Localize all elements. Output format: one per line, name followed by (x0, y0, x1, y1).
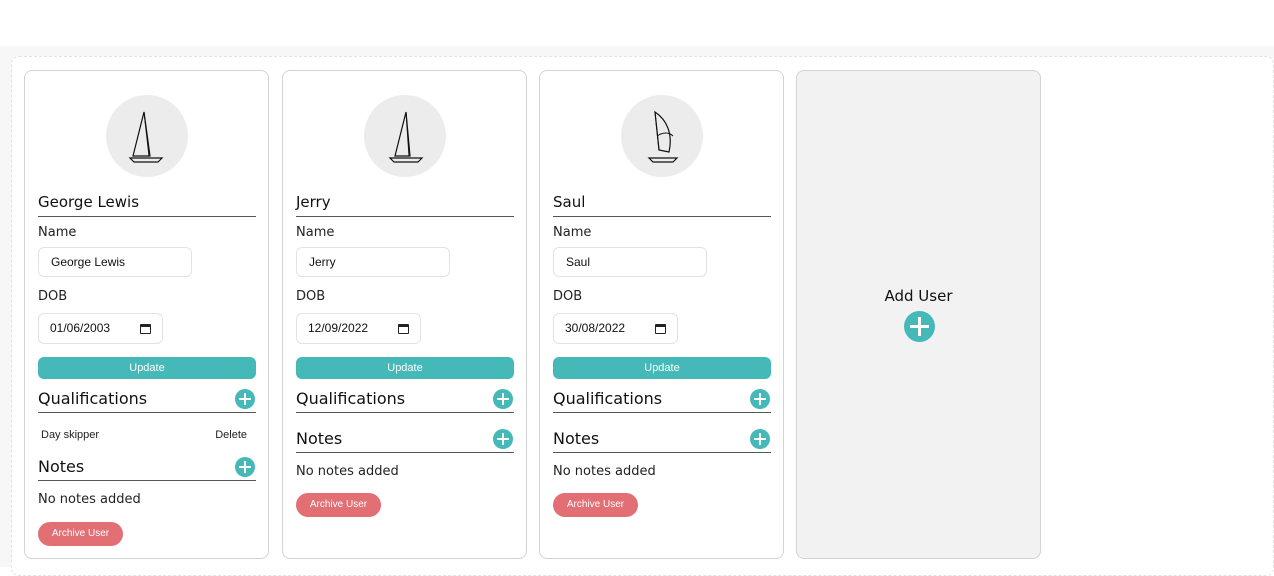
qualifications-title: Qualifications (38, 389, 148, 408)
add-note-plus-icon[interactable] (750, 429, 770, 449)
add-qualification-plus-icon[interactable] (235, 389, 255, 409)
archive-user-button[interactable]: Archive User (553, 493, 638, 517)
calendar-icon[interactable] (398, 324, 409, 334)
add-user-card[interactable]: Add User (796, 70, 1041, 559)
qualification-title: Day skipper (41, 429, 100, 441)
notes-title: Notes (38, 457, 85, 476)
user-card: Saul Name Saul DOB 30/08/2022 Update Qua… (539, 70, 784, 559)
notes-header: Notes (553, 425, 771, 453)
add-qualification-plus-icon[interactable] (750, 389, 770, 409)
notes-header: Notes (296, 425, 514, 453)
archive-user-button[interactable]: Archive User (38, 522, 123, 546)
name-label: Name (38, 225, 77, 240)
dob-label: DOB (553, 289, 583, 304)
calendar-icon[interactable] (655, 324, 666, 334)
windsurf-icon (647, 110, 679, 163)
calendar-icon[interactable] (140, 324, 151, 334)
qualifications-header: Qualifications (296, 385, 514, 413)
name-input[interactable]: Jerry (296, 247, 450, 277)
name-input[interactable]: George Lewis (38, 247, 192, 277)
user-card: George Lewis Name George Lewis DOB 01/06… (24, 70, 269, 559)
add-user-plus-icon[interactable] (904, 311, 935, 342)
notes-empty-text: No notes added (553, 464, 656, 479)
name-input[interactable]: Saul (553, 247, 707, 277)
notes-title: Notes (553, 429, 600, 448)
dob-label: DOB (38, 289, 68, 304)
avatar (106, 95, 188, 177)
notes-empty-text: No notes added (296, 464, 399, 479)
update-button[interactable]: Update (38, 357, 256, 379)
user-card: Jerry Name Jerry DOB 12/09/2022 Update Q… (282, 70, 527, 559)
sailboat-icon (388, 111, 424, 163)
avatar (364, 95, 446, 177)
update-button[interactable]: Update (296, 357, 514, 379)
qualifications-title: Qualifications (296, 389, 406, 408)
add-qualification-plus-icon[interactable] (493, 389, 513, 409)
dob-value: 30/08/2022 (565, 321, 626, 335)
dob-value: 01/06/2003 (50, 321, 111, 335)
add-note-plus-icon[interactable] (493, 429, 513, 449)
name-label: Name (553, 225, 592, 240)
sailboat-icon (128, 111, 164, 163)
user-display-name: George Lewis (38, 193, 256, 217)
user-display-name: Jerry (296, 193, 514, 217)
user-display-name: Saul (553, 193, 771, 217)
dob-input[interactable]: 01/06/2003 (38, 313, 163, 344)
add-note-plus-icon[interactable] (235, 457, 255, 477)
qualifications-header: Qualifications (38, 385, 256, 413)
qualifications-header: Qualifications (553, 385, 771, 413)
dob-input[interactable]: 12/09/2022 (296, 313, 421, 344)
qualifications-title: Qualifications (553, 389, 663, 408)
avatar (621, 95, 703, 177)
name-label: Name (296, 225, 335, 240)
add-user-label: Add User (884, 287, 953, 305)
dob-input[interactable]: 30/08/2022 (553, 313, 678, 344)
archive-user-button[interactable]: Archive User (296, 493, 381, 517)
dob-label: DOB (296, 289, 326, 304)
dob-value: 12/09/2022 (308, 321, 369, 335)
update-button[interactable]: Update (553, 357, 771, 379)
notes-header: Notes (38, 453, 256, 481)
notes-title: Notes (296, 429, 343, 448)
qualification-row: Day skipper Delete (41, 429, 247, 445)
notes-empty-text: No notes added (38, 492, 141, 507)
delete-qualification-button[interactable]: Delete (215, 429, 247, 441)
